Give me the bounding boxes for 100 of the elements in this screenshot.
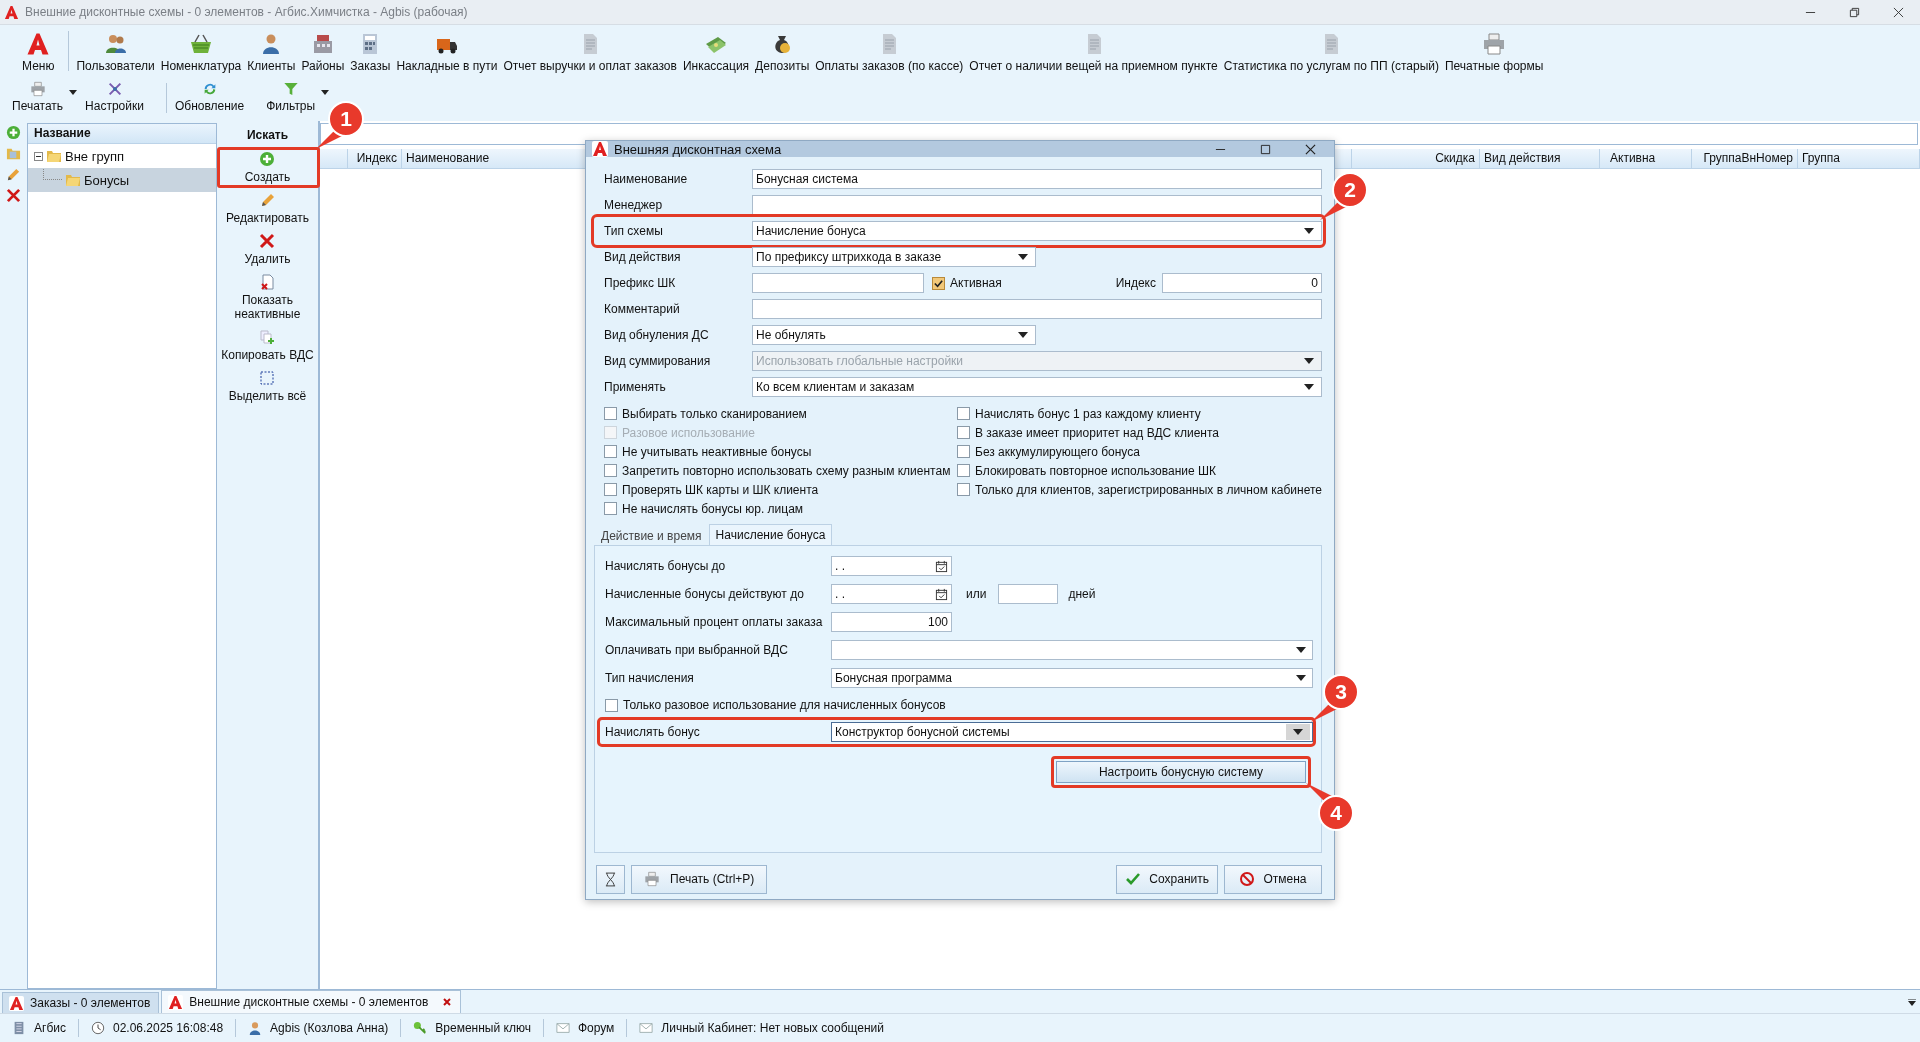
printer-icon: [644, 871, 660, 887]
dropdown[interactable]: Ко всем клиентам и заказам: [752, 377, 1322, 397]
checkbox[interactable]: [932, 276, 945, 290]
field-label: Начислять бонус: [605, 725, 701, 739]
close-icon[interactable]: [1305, 143, 1316, 155]
status-text: Форум: [577, 1021, 615, 1035]
folders-icon[interactable]: [6, 146, 21, 161]
checkbox[interactable]: [957, 445, 970, 458]
date-field[interactable]: . .: [831, 584, 952, 604]
toolbar-button[interactable]: Обновление: [170, 79, 263, 117]
checkbox[interactable]: [605, 698, 618, 712]
column-header[interactable]: Скидка: [1352, 149, 1480, 168]
input-field[interactable]: [752, 299, 1322, 319]
add-icon[interactable]: [6, 125, 21, 140]
tree-item[interactable]: Бонусы: [28, 168, 216, 192]
dropdown[interactable]: Не обнулять: [752, 325, 1036, 345]
maximize-icon[interactable]: [1260, 143, 1271, 155]
column-header[interactable]: Индекс: [348, 149, 402, 168]
toolbar-button[interactable]: Отчет о наличии вещей на приемном пункте: [966, 32, 1221, 75]
checkbox-label: Без аккумулирующего бонуса: [975, 444, 1140, 459]
date-field[interactable]: . .: [831, 556, 952, 576]
action-button[interactable]: Копировать ВДС: [219, 325, 316, 366]
dropdown[interactable]: Конструктор бонусной системы: [831, 722, 1313, 742]
checkbox[interactable]: [604, 502, 617, 515]
print-button[interactable]: Печать (Ctrl+P): [631, 864, 768, 894]
checkbox[interactable]: [604, 445, 617, 458]
collapse-icon[interactable]: [34, 151, 43, 161]
toolbar-button[interactable]: Депозиты: [752, 32, 813, 75]
calendar-icon[interactable]: [935, 587, 948, 601]
toolbar-button[interactable]: Фильтры: [262, 79, 334, 117]
configure-button[interactable]: Настроить бонусную систему: [1056, 761, 1306, 783]
dropdown[interactable]: По префиксу штрихкода в заказе: [752, 247, 1036, 267]
checkbox[interactable]: [957, 483, 970, 496]
checkbox[interactable]: [957, 464, 970, 477]
toolbar-button[interactable]: Настройки: [81, 79, 162, 117]
toolbar-button[interactable]: Клиенты: [244, 32, 299, 75]
checkbox[interactable]: [957, 426, 970, 439]
tab[interactable]: Действие и время: [594, 526, 709, 545]
input-field[interactable]: 0: [1162, 273, 1322, 293]
checkbox-label: Разовое использование: [622, 425, 755, 440]
tab-label: Заказы - 0 элементов: [30, 996, 151, 1010]
toolbar-button[interactable]: Заказы: [347, 32, 394, 75]
save-button[interactable]: Сохранить: [1116, 864, 1218, 894]
input-field[interactable]: [998, 584, 1059, 604]
delete-icon[interactable]: [6, 188, 21, 203]
cancel-icon: [1239, 871, 1256, 887]
toolbar-button[interactable]: Номенклатура: [157, 32, 245, 75]
checkbox[interactable]: [604, 464, 617, 477]
field-label: Тип схемы: [604, 224, 664, 238]
toolbar-button[interactable]: Статистика по услугам по ПП (старый): [1220, 32, 1442, 75]
toolbar-button[interactable]: Пользователи: [73, 32, 158, 75]
action-button[interactable]: Показать неактивные: [218, 270, 317, 325]
caret-icon[interactable]: [1908, 999, 1916, 1007]
checkbox-label: Запретить повторно использовать схему разным клиентам: [622, 463, 951, 478]
column-header[interactable]: Название: [28, 124, 216, 144]
toolbar-button[interactable]: Инкассация: [679, 32, 753, 75]
dropdown[interactable]: [831, 640, 1313, 660]
logo-icon: [168, 994, 184, 1010]
input-field[interactable]: Бонусная система: [752, 169, 1322, 189]
input-field[interactable]: 100: [831, 612, 952, 632]
tree-item[interactable]: Вне групп: [28, 144, 216, 168]
toolbar-button[interactable]: Отчет выручки и оплат заказов: [500, 32, 680, 75]
field-label: Начислять бонусы до: [605, 559, 727, 573]
input-field[interactable]: [752, 195, 1322, 215]
toolbar-button[interactable]: Печатные формы: [1441, 32, 1547, 75]
action-button[interactable]: Удалить: [242, 229, 293, 270]
dropdown[interactable]: Бонусная программа: [831, 668, 1313, 688]
column-header[interactable]: ГруппаВнНомер: [1692, 149, 1798, 168]
menu-button[interactable]: Меню: [14, 32, 65, 75]
document-tab[interactable]: Заказы - 0 элементов: [2, 992, 160, 1013]
toolbar-button[interactable]: Накладные в пути: [393, 32, 501, 75]
restore-icon[interactable]: [1849, 6, 1860, 18]
close-icon[interactable]: [442, 997, 453, 1007]
field-label: Тип начисления: [605, 671, 695, 685]
hourglass-button[interactable]: [596, 864, 625, 894]
document-tab[interactable]: Внешние дисконтные схемы - 0 элементов: [161, 990, 462, 1013]
action-button[interactable]: Выделить всё: [226, 366, 309, 407]
dropdown[interactable]: Начисление бонуса: [752, 221, 1322, 241]
calendar-icon[interactable]: [935, 559, 948, 573]
users-icon: [103, 32, 128, 56]
column-header[interactable]: Активна: [1600, 149, 1692, 168]
input-field[interactable]: [752, 273, 924, 293]
caret-icon[interactable]: [69, 90, 78, 95]
toolbar-button[interactable]: Печатать: [8, 79, 82, 117]
tab[interactable]: Начисление бонуса: [708, 524, 833, 545]
action-button[interactable]: Создать: [242, 147, 293, 188]
checkbox[interactable]: [604, 483, 617, 496]
cancel-button[interactable]: Отмена: [1224, 864, 1322, 894]
pencil-icon[interactable]: [6, 167, 21, 182]
toolbar-button[interactable]: Районы: [298, 32, 348, 75]
printer-icon: [1482, 32, 1507, 56]
caret-icon[interactable]: [321, 90, 330, 95]
field-label: Индекс: [1115, 276, 1156, 290]
toolbar-button[interactable]: Оплаты заказов (по кассе): [812, 32, 967, 75]
column-header[interactable]: Группа: [1798, 149, 1920, 168]
checkbox[interactable]: [604, 407, 617, 420]
close-icon[interactable]: [1893, 6, 1904, 18]
column-header[interactable]: Вид действия: [1480, 149, 1600, 168]
action-button[interactable]: Редактировать: [224, 188, 311, 229]
checkbox[interactable]: [957, 407, 970, 420]
